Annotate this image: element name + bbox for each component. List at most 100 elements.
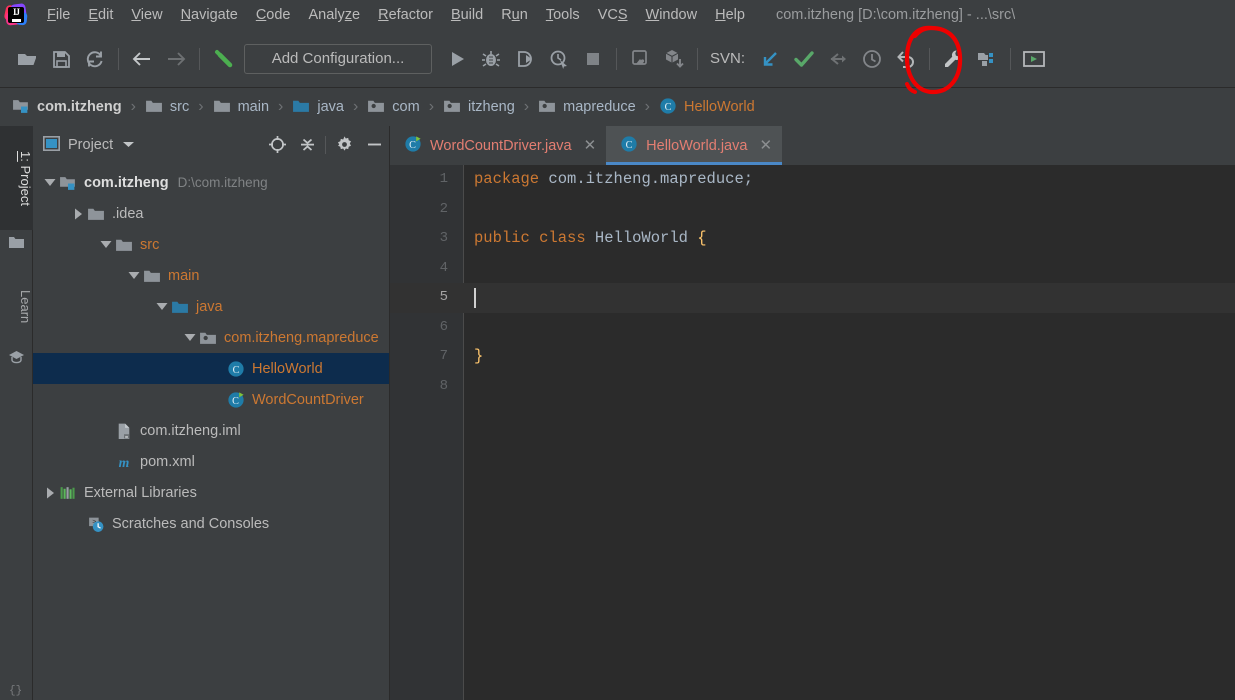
run-with-coverage-icon[interactable] [508, 42, 542, 76]
tree-item-label: WordCountDriver [252, 391, 364, 408]
synchronize-icon[interactable] [78, 42, 112, 76]
menu-run[interactable]: Run [492, 4, 537, 26]
learn-tab-label: Learn [18, 290, 33, 324]
tree-row[interactable]: com.itzheng D:\com.itzheng [33, 167, 389, 198]
tree-row[interactable]: com.itzheng.iml [33, 415, 389, 446]
code-area[interactable]: 1 package com.itzheng.mapreduce; 2 3 public … [390, 165, 1235, 700]
menu-code[interactable]: Code [247, 4, 300, 26]
menu-window[interactable]: Window [637, 4, 707, 26]
breadcrumb-item-com[interactable]: com [367, 97, 420, 118]
tree-row[interactable]: C HelloWorld [33, 353, 389, 384]
graduation-cap-icon [8, 348, 25, 365]
left-tool-strip: 1: Project Learn {} [0, 126, 33, 700]
menu-refactor[interactable]: Refactor [369, 4, 442, 26]
editor-tab-WordCountDriver-java[interactable]: C WordCountDriver.java ✕ [390, 126, 607, 165]
project-structure-icon[interactable] [970, 42, 1004, 76]
breadcrumb-label: HelloWorld [684, 99, 755, 115]
svn-commit-icon[interactable] [787, 42, 821, 76]
main-toolbar: Add Configuration... SVN: [0, 30, 1235, 88]
profile-icon[interactable] [542, 42, 576, 76]
menu-edit[interactable]: Edit [79, 4, 122, 26]
open-project-icon[interactable] [10, 42, 44, 76]
settings-icon[interactable] [936, 42, 970, 76]
breadcrumb-item-itzheng[interactable]: itzheng [443, 97, 515, 118]
chevron-down-icon[interactable] [97, 229, 115, 260]
stop-icon[interactable] [576, 42, 610, 76]
toolbar-divider-6 [1010, 47, 1012, 70]
tree-row[interactable]: .idea [33, 198, 389, 229]
menu-vcs[interactable]: VCS [589, 4, 637, 26]
breadcrumb-item-com-itzheng[interactable]: com.itzheng [12, 97, 122, 118]
line-number: 7 [439, 348, 448, 364]
navigate-back-icon[interactable] [125, 42, 159, 76]
menu-build[interactable]: Build [442, 4, 492, 26]
toolbar-divider-2 [199, 47, 200, 70]
navigate-forward-icon[interactable] [159, 42, 193, 76]
show-history-icon[interactable] [855, 42, 889, 76]
tree-row[interactable]: com.itzheng.mapreduce [33, 322, 389, 353]
tree-row[interactable]: java [33, 291, 389, 322]
svn-update-icon[interactable] [753, 42, 787, 76]
svn-integrate-icon[interactable] [821, 42, 855, 76]
menu-file[interactable]: File [38, 4, 79, 26]
tree-item-path: D:\com.itzheng [177, 175, 268, 190]
toolbar-divider-3 [616, 47, 617, 70]
select-opened-file-icon[interactable] [262, 130, 292, 160]
editor-tab-HelloWorld-java[interactable]: C HelloWorld.java ✕ [606, 126, 783, 165]
idea-window: IJ File Edit View Navigate Code Analyze Refact… [0, 0, 1235, 700]
chevron-down-icon[interactable] [122, 137, 135, 152]
close-icon[interactable]: ✕ [759, 138, 772, 153]
update-project-icon[interactable] [623, 42, 657, 76]
tool-window-project-tab[interactable]: 1: Project [0, 126, 33, 230]
breadcrumb-item-src[interactable]: src [145, 97, 189, 118]
tree-row[interactable]: src [33, 229, 389, 260]
project-panel-title: Project [68, 136, 114, 153]
gear-icon[interactable] [329, 130, 359, 160]
tree-row[interactable]: main [33, 260, 389, 291]
libraries-icon [59, 484, 77, 502]
tree-row[interactable]: > Scratches and Consoles [33, 508, 389, 539]
editor-tab-bar: C WordCountDriver.java ✕ C HelloWorld.java ✕ [390, 126, 1235, 165]
breadcrumb-item-mapreduce[interactable]: mapreduce [538, 97, 636, 118]
code-line: 2 [390, 195, 1235, 225]
save-all-icon[interactable] [44, 42, 78, 76]
close-icon[interactable]: ✕ [584, 138, 597, 153]
chevron-right-icon[interactable] [69, 198, 87, 229]
svn-push-icon[interactable] [657, 42, 691, 76]
menu-view[interactable]: View [122, 4, 171, 26]
build-project-icon[interactable] [206, 42, 240, 76]
minimize-icon[interactable] [359, 130, 389, 160]
breadcrumb-item-main[interactable]: main [213, 97, 269, 118]
debug-icon[interactable] [474, 42, 508, 76]
code-lines: 1 package com.itzheng.mapreduce; 2 3 public … [390, 165, 1235, 700]
menu-help[interactable]: Help [706, 4, 754, 26]
breadcrumb-item-HelloWorld[interactable]: C HelloWorld [659, 97, 755, 118]
add-configuration-button[interactable]: Add Configuration... [244, 43, 432, 74]
presentation-mode-icon[interactable] [1017, 42, 1051, 76]
chevron-down-icon[interactable] [181, 322, 199, 353]
tool-window-learn-tab[interactable]: Learn [0, 271, 33, 343]
rollback-icon[interactable] [889, 42, 923, 76]
menu-tools[interactable]: Tools [537, 4, 589, 26]
chevron-down-icon[interactable] [153, 291, 171, 322]
menu-navigate[interactable]: Navigate [172, 4, 247, 26]
menu-analyze[interactable]: Analyze [300, 4, 370, 26]
tree-row[interactable]: m pom.xml [33, 446, 389, 477]
folder-icon [8, 234, 25, 251]
breadcrumb-label: com.itzheng [37, 99, 122, 115]
chevron-right-icon[interactable] [41, 477, 59, 508]
collapse-all-icon[interactable] [292, 130, 322, 160]
code-line: 5 [390, 283, 1235, 313]
tree-row[interactable]: C WordCountDriver [33, 384, 389, 415]
breadcrumb-item-java[interactable]: java [292, 97, 344, 118]
chevron-down-icon[interactable] [41, 167, 59, 198]
breadcrumb-separator: › [198, 98, 204, 115]
run-icon[interactable] [440, 42, 474, 76]
chevron-down-icon[interactable] [125, 260, 143, 291]
tree-row[interactable]: External Libraries [33, 477, 389, 508]
menu-bar: IJ File Edit View Navigate Code Analyze Refact… [0, 0, 1235, 30]
